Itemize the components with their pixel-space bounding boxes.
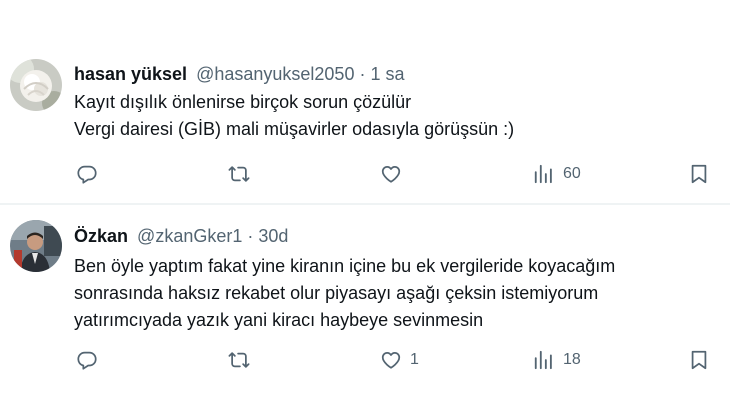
tweet-text-line: Ben öyle yaptım fakat yine kiranın içine… — [74, 256, 616, 276]
bookmark-button[interactable] — [688, 345, 710, 375]
heart-icon — [381, 165, 401, 183]
bookmark-button[interactable] — [688, 159, 710, 189]
timestamp[interactable]: 1 sa — [371, 64, 405, 84]
avatar[interactable] — [10, 59, 62, 111]
tweet-text-line: sonrasında haksız rekabet olur piyasayı … — [74, 283, 599, 303]
tweet[interactable]: Özkan @zkanGker1 · 30d Ben öyle yaptım f… — [0, 205, 730, 420]
reply-icon — [77, 351, 97, 370]
display-name[interactable]: hasan yüksel — [74, 64, 187, 84]
retweet-icon — [228, 166, 250, 182]
heart-icon — [381, 351, 401, 369]
tweet-header: Özkan @zkanGker1 · 30d — [74, 225, 288, 247]
tweet-text-line: Kayıt dışılık önlenirse birçok sorun çöz… — [74, 92, 412, 112]
views-count: 18 — [563, 351, 581, 368]
tweet-text-line: Vergi dairesi (GİB) mali müşavirler odas… — [74, 119, 515, 139]
reply-button[interactable] — [76, 159, 106, 189]
tweet-feed: hasan yüksel @hasanyuksel2050 · 1 sa Kay… — [0, 0, 730, 420]
tweet-text: Kayıt dışılık önlenirse birçok sorun çöz… — [74, 89, 514, 143]
tweet-text-line: yatırımcıyada yazık yani kiracı haybeye … — [74, 310, 484, 330]
reply-icon — [77, 165, 97, 184]
bookmark-icon — [691, 164, 707, 184]
like-count: 1 — [410, 351, 419, 368]
reply-button[interactable] — [76, 345, 106, 375]
retweet-button[interactable] — [228, 159, 258, 189]
tweet-text: Ben öyle yaptım fakat yine kiranın içine… — [74, 253, 615, 334]
separator-dot: · — [359, 64, 366, 84]
views-icon — [534, 164, 552, 184]
views-button[interactable]: 18 — [533, 345, 581, 375]
avatar[interactable] — [10, 220, 62, 272]
bookmark-icon — [691, 350, 707, 370]
retweet-icon — [228, 352, 250, 368]
tweet-header: hasan yüksel @hasanyuksel2050 · 1 sa — [74, 63, 405, 85]
action-bar: 1 18 — [0, 345, 730, 375]
timestamp[interactable]: 30d — [258, 226, 288, 246]
views-button[interactable]: 60 — [533, 159, 581, 189]
tweet[interactable]: hasan yüksel @hasanyuksel2050 · 1 sa Kay… — [0, 0, 730, 204]
action-bar: 60 — [0, 159, 730, 189]
like-button[interactable]: 1 — [380, 345, 419, 375]
display-name[interactable]: Özkan — [74, 226, 128, 246]
separator-dot: · — [247, 226, 254, 246]
like-button[interactable] — [380, 159, 410, 189]
retweet-button[interactable] — [228, 345, 258, 375]
user-handle[interactable]: @zkanGker1 — [137, 226, 242, 246]
views-icon — [534, 350, 552, 370]
user-handle[interactable]: @hasanyuksel2050 — [196, 64, 354, 84]
views-count: 60 — [563, 165, 581, 182]
